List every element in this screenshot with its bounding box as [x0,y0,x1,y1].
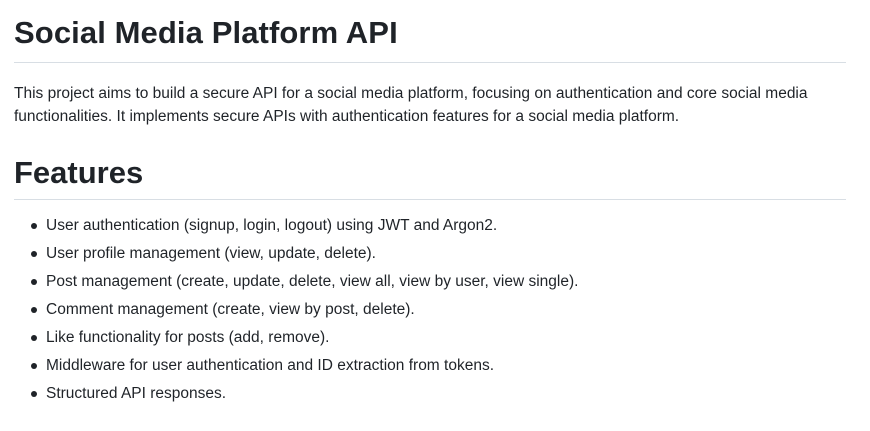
feature-text: Structured API responses. [46,385,227,402]
list-item: Post management (create, update, delete,… [14,272,846,292]
bullet-icon [31,251,37,257]
bullet-icon [31,363,37,369]
feature-text: User authentication (signup, login, logo… [46,217,498,234]
list-item: User authentication (signup, login, logo… [14,216,846,236]
features-list: User authentication (signup, login, logo… [14,200,846,404]
project-description: This project aims to build a secure API … [14,85,808,125]
feature-text: Comment management (create, view by post… [46,301,415,318]
bullet-icon [31,335,37,341]
feature-text: Post management (create, update, delete,… [46,273,579,290]
bullet-icon [31,223,37,229]
feature-text: Middleware for user authentication and I… [46,357,495,374]
bullet-icon [31,307,37,313]
page-title: Social Media Platform API [14,15,398,50]
feature-text: User profile management (view, update, d… [46,245,376,262]
features-heading: Features [14,155,144,190]
readme-content: Social Media Platform API This project a… [0,0,846,404]
list-item: Structured API responses. [14,384,846,404]
bullet-icon [31,391,37,397]
list-item: Comment management (create, view by post… [14,300,846,320]
feature-text: Like functionality for posts (add, remov… [46,329,330,346]
list-item: Like functionality for posts (add, remov… [14,328,846,348]
bullet-icon [31,279,37,285]
list-item: Middleware for user authentication and I… [14,356,846,376]
list-item: User profile management (view, update, d… [14,244,846,264]
